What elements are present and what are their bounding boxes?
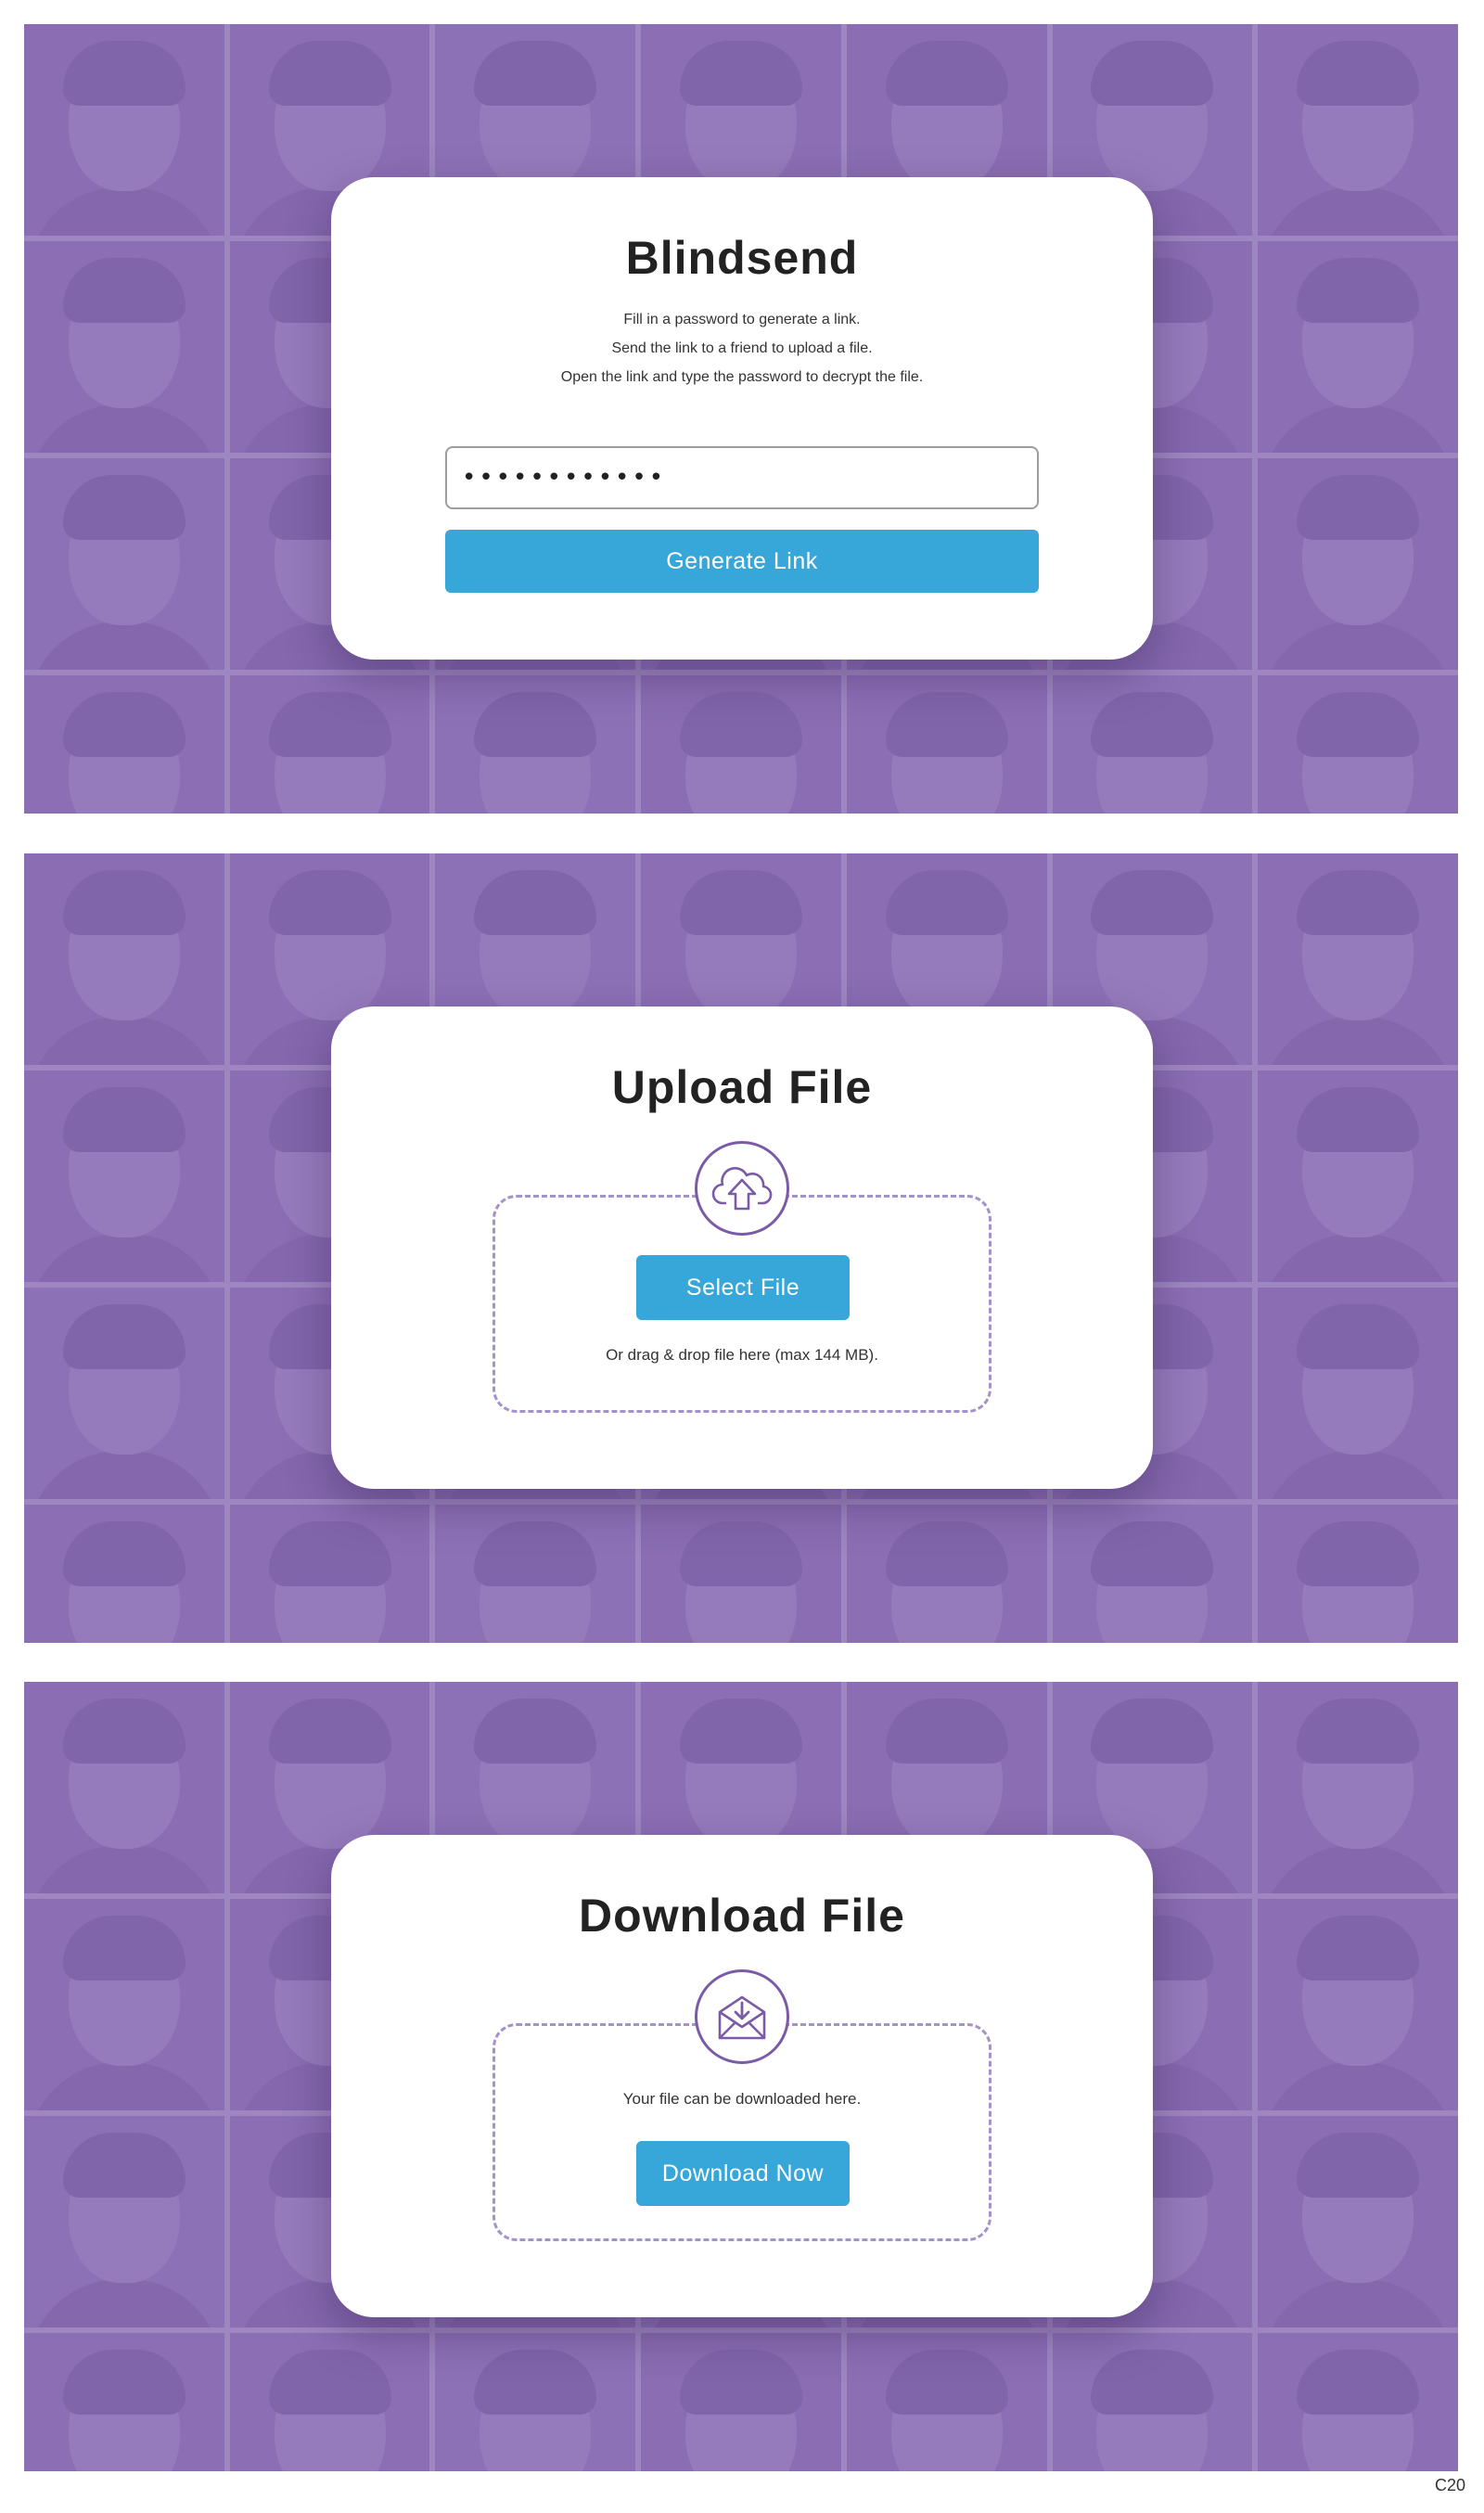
- download-message: Your file can be downloaded here.: [622, 2090, 862, 2108]
- envelope-download-icon: [695, 1969, 789, 2064]
- cloud-upload-icon: [695, 1141, 789, 1236]
- instruction-line-2: Send the link to a friend to upload a fi…: [611, 340, 873, 356]
- generate-link-card: Blindsend Fill in a password to generate…: [331, 177, 1153, 660]
- generate-link-button[interactable]: Generate Link: [445, 530, 1039, 593]
- download-title: Download File: [579, 1890, 905, 1942]
- generate-link-screen: Blindsend Fill in a password to generate…: [24, 24, 1458, 814]
- password-input[interactable]: [445, 446, 1039, 509]
- instruction-line-3: Open the link and type the password to d…: [560, 369, 924, 385]
- select-file-button[interactable]: Select File: [636, 1255, 850, 1320]
- upload-title: Upload File: [611, 1061, 873, 1113]
- download-file-screen: Download File Your file can be downloade…: [24, 1682, 1458, 2471]
- download-now-button[interactable]: Download Now: [636, 2141, 850, 2206]
- drag-drop-hint: Or drag & drop file here (max 144 MB).: [606, 1346, 878, 1364]
- upload-file-screen: Upload File Select File Or drag & drop f…: [24, 853, 1458, 1643]
- instruction-line-1: Fill in a password to generate a link.: [623, 312, 861, 327]
- download-file-card: Download File Your file can be downloade…: [331, 1835, 1153, 2317]
- page-code-label: C20: [1434, 2476, 1465, 2494]
- upload-file-card: Upload File Select File Or drag & drop f…: [331, 1006, 1153, 1489]
- app-title: Blindsend: [625, 232, 859, 284]
